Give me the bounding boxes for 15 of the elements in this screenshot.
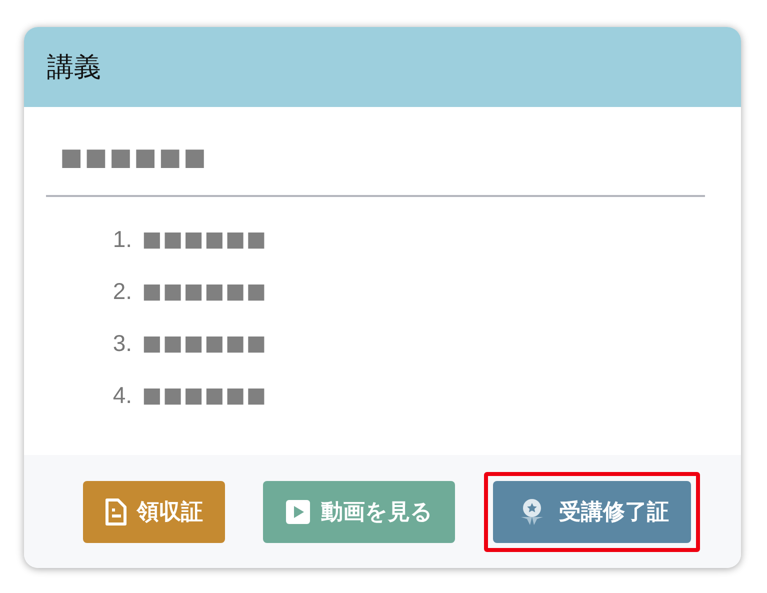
list-item-text: ■■■■■■ — [142, 227, 268, 251]
document-icon — [105, 498, 127, 526]
card-title: 講義 — [47, 51, 101, 84]
section-heading: ■■■■■■ — [59, 142, 210, 173]
action-button[interactable]: 動画を見る — [263, 480, 455, 542]
list-number: 3. — [112, 330, 132, 356]
list-item-text: ■■■■■■ — [142, 331, 268, 355]
action-button[interactable]: 領収証 — [83, 480, 225, 542]
action-button[interactable]: 受講修了証 — [493, 480, 691, 542]
list-item-text: ■■■■■■ — [142, 383, 268, 407]
list-item-text: ■■■■■■ — [142, 279, 268, 303]
list-number: 1. — [112, 226, 132, 252]
list-number: 2. — [112, 278, 132, 304]
play-icon — [285, 498, 311, 524]
list-number: 4. — [112, 382, 132, 408]
